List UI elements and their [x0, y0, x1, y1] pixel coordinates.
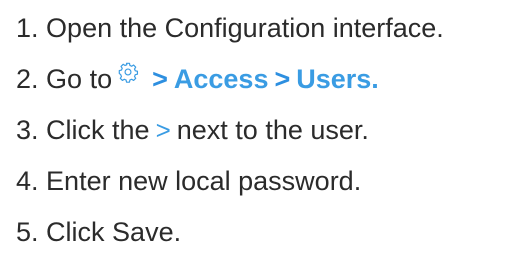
chevron-right-icon: >	[155, 115, 171, 145]
step-number: 1.	[16, 13, 39, 43]
step-text: Open the Configuration interface.	[46, 13, 444, 43]
breadcrumb-separator: >	[152, 64, 168, 94]
step-number: 4.	[16, 166, 39, 196]
step-prefix: Go to	[46, 64, 113, 94]
step-prefix: Click the	[46, 115, 150, 145]
step-4: 4. Enter new local password.	[16, 161, 361, 201]
breadcrumb-separator: >	[274, 64, 291, 94]
step-number: 2.	[16, 64, 39, 94]
step-3: 3. Click the > next to the user.	[16, 110, 369, 150]
nav-access: Access	[173, 64, 269, 94]
instruction-steps: 1. Open the Configuration interface. 2. …	[0, 0, 523, 255]
step-suffix: next to the user.	[176, 115, 369, 145]
step-2: 2. Go to > Access > Users.	[16, 59, 379, 99]
step-number: 5.	[16, 217, 39, 247]
step-number: 3.	[16, 115, 39, 145]
gear-icon	[116, 60, 140, 84]
step-1: 1. Open the Configuration interface.	[16, 8, 444, 48]
nav-users: Users.	[296, 64, 379, 94]
step-text: Click Save.	[46, 217, 182, 247]
step-5: 5. Click Save.	[16, 212, 181, 252]
step-text: Enter new local password.	[46, 166, 362, 196]
